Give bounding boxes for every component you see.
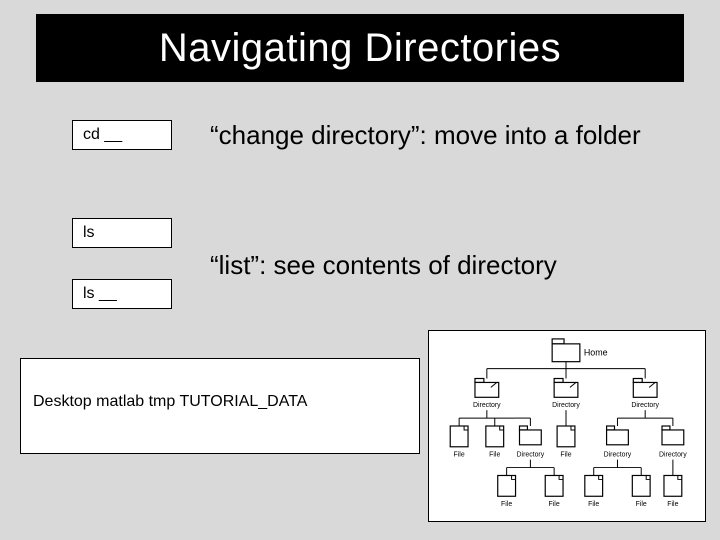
svg-text:Directory: Directory <box>517 452 545 459</box>
svg-text:Directory: Directory <box>604 452 632 459</box>
row3-file-4: File <box>632 475 650 508</box>
tree-svg: Home Directory Directory Directory <box>429 331 705 521</box>
command-ls-label: ls <box>83 224 95 242</box>
dir-node-2: Directory <box>552 379 580 410</box>
svg-text:Directory: Directory <box>659 452 687 459</box>
row3-file-3: File <box>585 475 603 508</box>
row3-file-1: File <box>498 475 516 508</box>
home-label: Home <box>584 348 608 358</box>
row2-file-2: File <box>486 426 504 459</box>
row2-file-1: File <box>450 426 468 459</box>
row2-dir-2: Directory <box>604 426 632 459</box>
dir-node-1: Directory <box>473 379 501 410</box>
description-ls: “list”: see contents of directory <box>210 250 557 281</box>
svg-text:File: File <box>454 452 465 459</box>
terminal-output-text: Desktop matlab tmp TUTORIAL_DATA <box>33 393 307 410</box>
row2-file-3: File <box>557 426 575 459</box>
row3-file-2: File <box>545 475 563 508</box>
command-cd-label: cd __ <box>83 126 122 144</box>
command-ls-arg-label: ls __ <box>83 285 117 303</box>
svg-text:File: File <box>560 452 571 459</box>
terminal-output-box: Desktop matlab tmp TUTORIAL_DATA <box>20 358 420 454</box>
command-box-cd: cd __ <box>72 120 172 150</box>
command-box-ls-arg: ls __ <box>72 279 172 309</box>
row3-file-5: File <box>664 475 682 508</box>
row2-dir-1: Directory <box>517 426 545 459</box>
title-bar: Navigating Directories <box>36 14 684 82</box>
svg-text:Directory: Directory <box>473 402 501 409</box>
svg-text:File: File <box>501 501 512 508</box>
row2-dir-3: Directory <box>659 426 687 459</box>
home-folder-icon: Home <box>552 339 607 362</box>
dir-node-3: Directory <box>631 379 659 410</box>
svg-text:File: File <box>636 501 647 508</box>
directory-tree-diagram: Home Directory Directory Directory <box>428 330 706 522</box>
command-box-ls: ls <box>72 218 172 248</box>
svg-text:File: File <box>489 452 500 459</box>
svg-text:Directory: Directory <box>631 402 659 409</box>
svg-text:File: File <box>667 501 678 508</box>
svg-text:File: File <box>549 501 560 508</box>
description-cd: “change directory”: move into a folder <box>210 120 641 151</box>
svg-text:Directory: Directory <box>552 402 580 409</box>
page-title: Navigating Directories <box>159 26 561 71</box>
svg-text:File: File <box>588 501 599 508</box>
